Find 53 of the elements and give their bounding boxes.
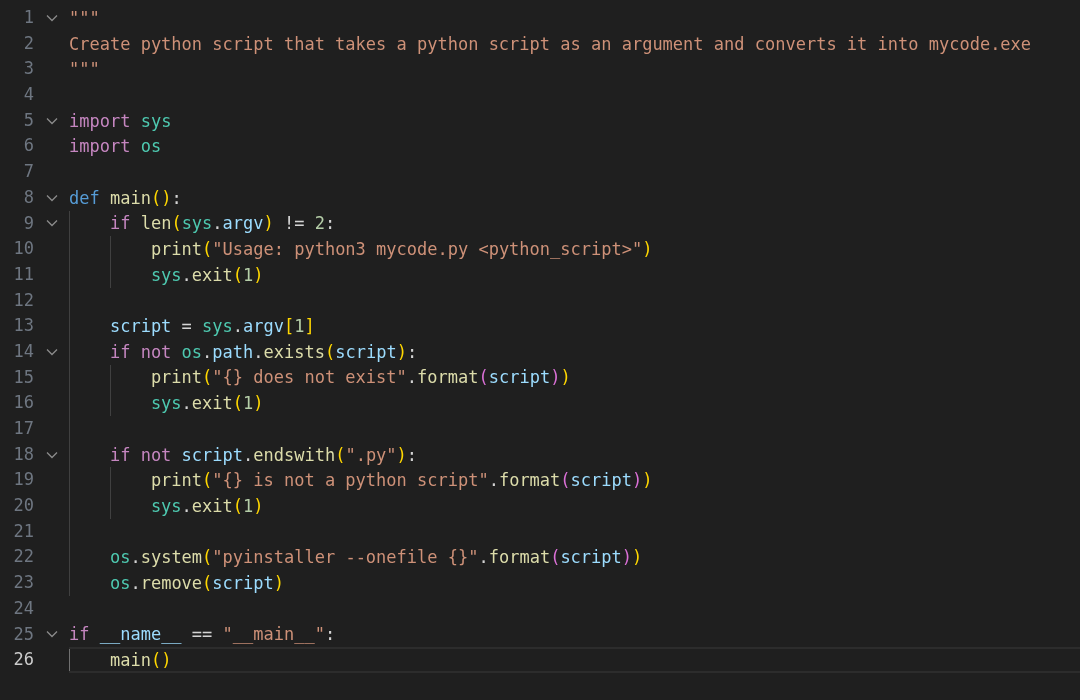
- line-number: 9: [22, 211, 34, 235]
- chevron-down-icon[interactable]: [45, 13, 58, 22]
- line-number: 6: [22, 134, 34, 158]
- line-number: 4: [22, 83, 34, 107]
- line-number: 7: [22, 160, 34, 184]
- chevron-down-icon[interactable]: [45, 630, 58, 639]
- code-line: os.system("pyinstaller --onefile {}".format(script)): [108, 546, 643, 569]
- code-line: if not os.path.exists(script):: [108, 340, 418, 363]
- chevron-down-icon[interactable]: [45, 193, 58, 202]
- code-line: sys.exit(1): [149, 263, 264, 286]
- line-number: 17: [12, 417, 34, 440]
- code-line: """: [69, 6, 100, 29]
- chevron-down-icon[interactable]: [45, 219, 58, 228]
- code-line: import os: [69, 135, 162, 158]
- chevron-down-icon[interactable]: [45, 347, 58, 356]
- code-line: Create python script that takes a python script as an argument and converts it into mycode.exe: [69, 32, 1032, 55]
- code-line: sys.exit(1): [149, 494, 264, 517]
- code-line: import sys: [69, 109, 172, 132]
- line-number: 26: [12, 648, 34, 672]
- line-number: 1: [22, 6, 34, 29]
- line-number: 3: [22, 57, 34, 81]
- code-line: os.remove(script): [108, 571, 284, 594]
- code-line: sys.exit(1): [149, 392, 264, 415]
- chevron-down-icon[interactable]: [45, 116, 58, 125]
- code-line: main(): [108, 649, 172, 672]
- line-number: 16: [12, 391, 34, 415]
- line-number: 15: [12, 365, 34, 389]
- line-number: 22: [12, 545, 34, 569]
- line-number: 10: [12, 237, 34, 261]
- line-number: 18: [12, 442, 34, 466]
- line-number: 12: [12, 288, 34, 312]
- line-number: 11: [12, 262, 34, 286]
- code-line: if __name__ == "__main__":: [69, 623, 336, 646]
- line-number: 5: [22, 108, 34, 132]
- line-number: 8: [22, 185, 34, 209]
- line-number: 21: [12, 519, 34, 543]
- code-line: script = sys.argv[1]: [108, 315, 315, 338]
- line-number: 25: [12, 622, 34, 646]
- code-line: print("{} is not a python script".format(script)): [149, 469, 653, 492]
- line-number: 2: [22, 31, 34, 55]
- code-line: print("Usage: python3 mycode.py <python_script>"): [149, 238, 653, 261]
- code-line: if len(sys.argv) != 2:: [108, 212, 336, 235]
- chevron-down-icon[interactable]: [45, 450, 58, 459]
- line-number: 14: [12, 339, 34, 363]
- line-number: 13: [12, 314, 34, 338]
- code-line: if not script.endswith(".py"):: [108, 443, 418, 466]
- line-number: 20: [12, 494, 34, 518]
- line-number: 23: [12, 571, 34, 595]
- code-line: """: [69, 58, 100, 81]
- line-number: 24: [12, 596, 34, 620]
- line-number: 19: [12, 468, 34, 492]
- code-line: def main():: [69, 186, 182, 209]
- code-line: print("{} does not exist".format(script)): [149, 366, 571, 389]
